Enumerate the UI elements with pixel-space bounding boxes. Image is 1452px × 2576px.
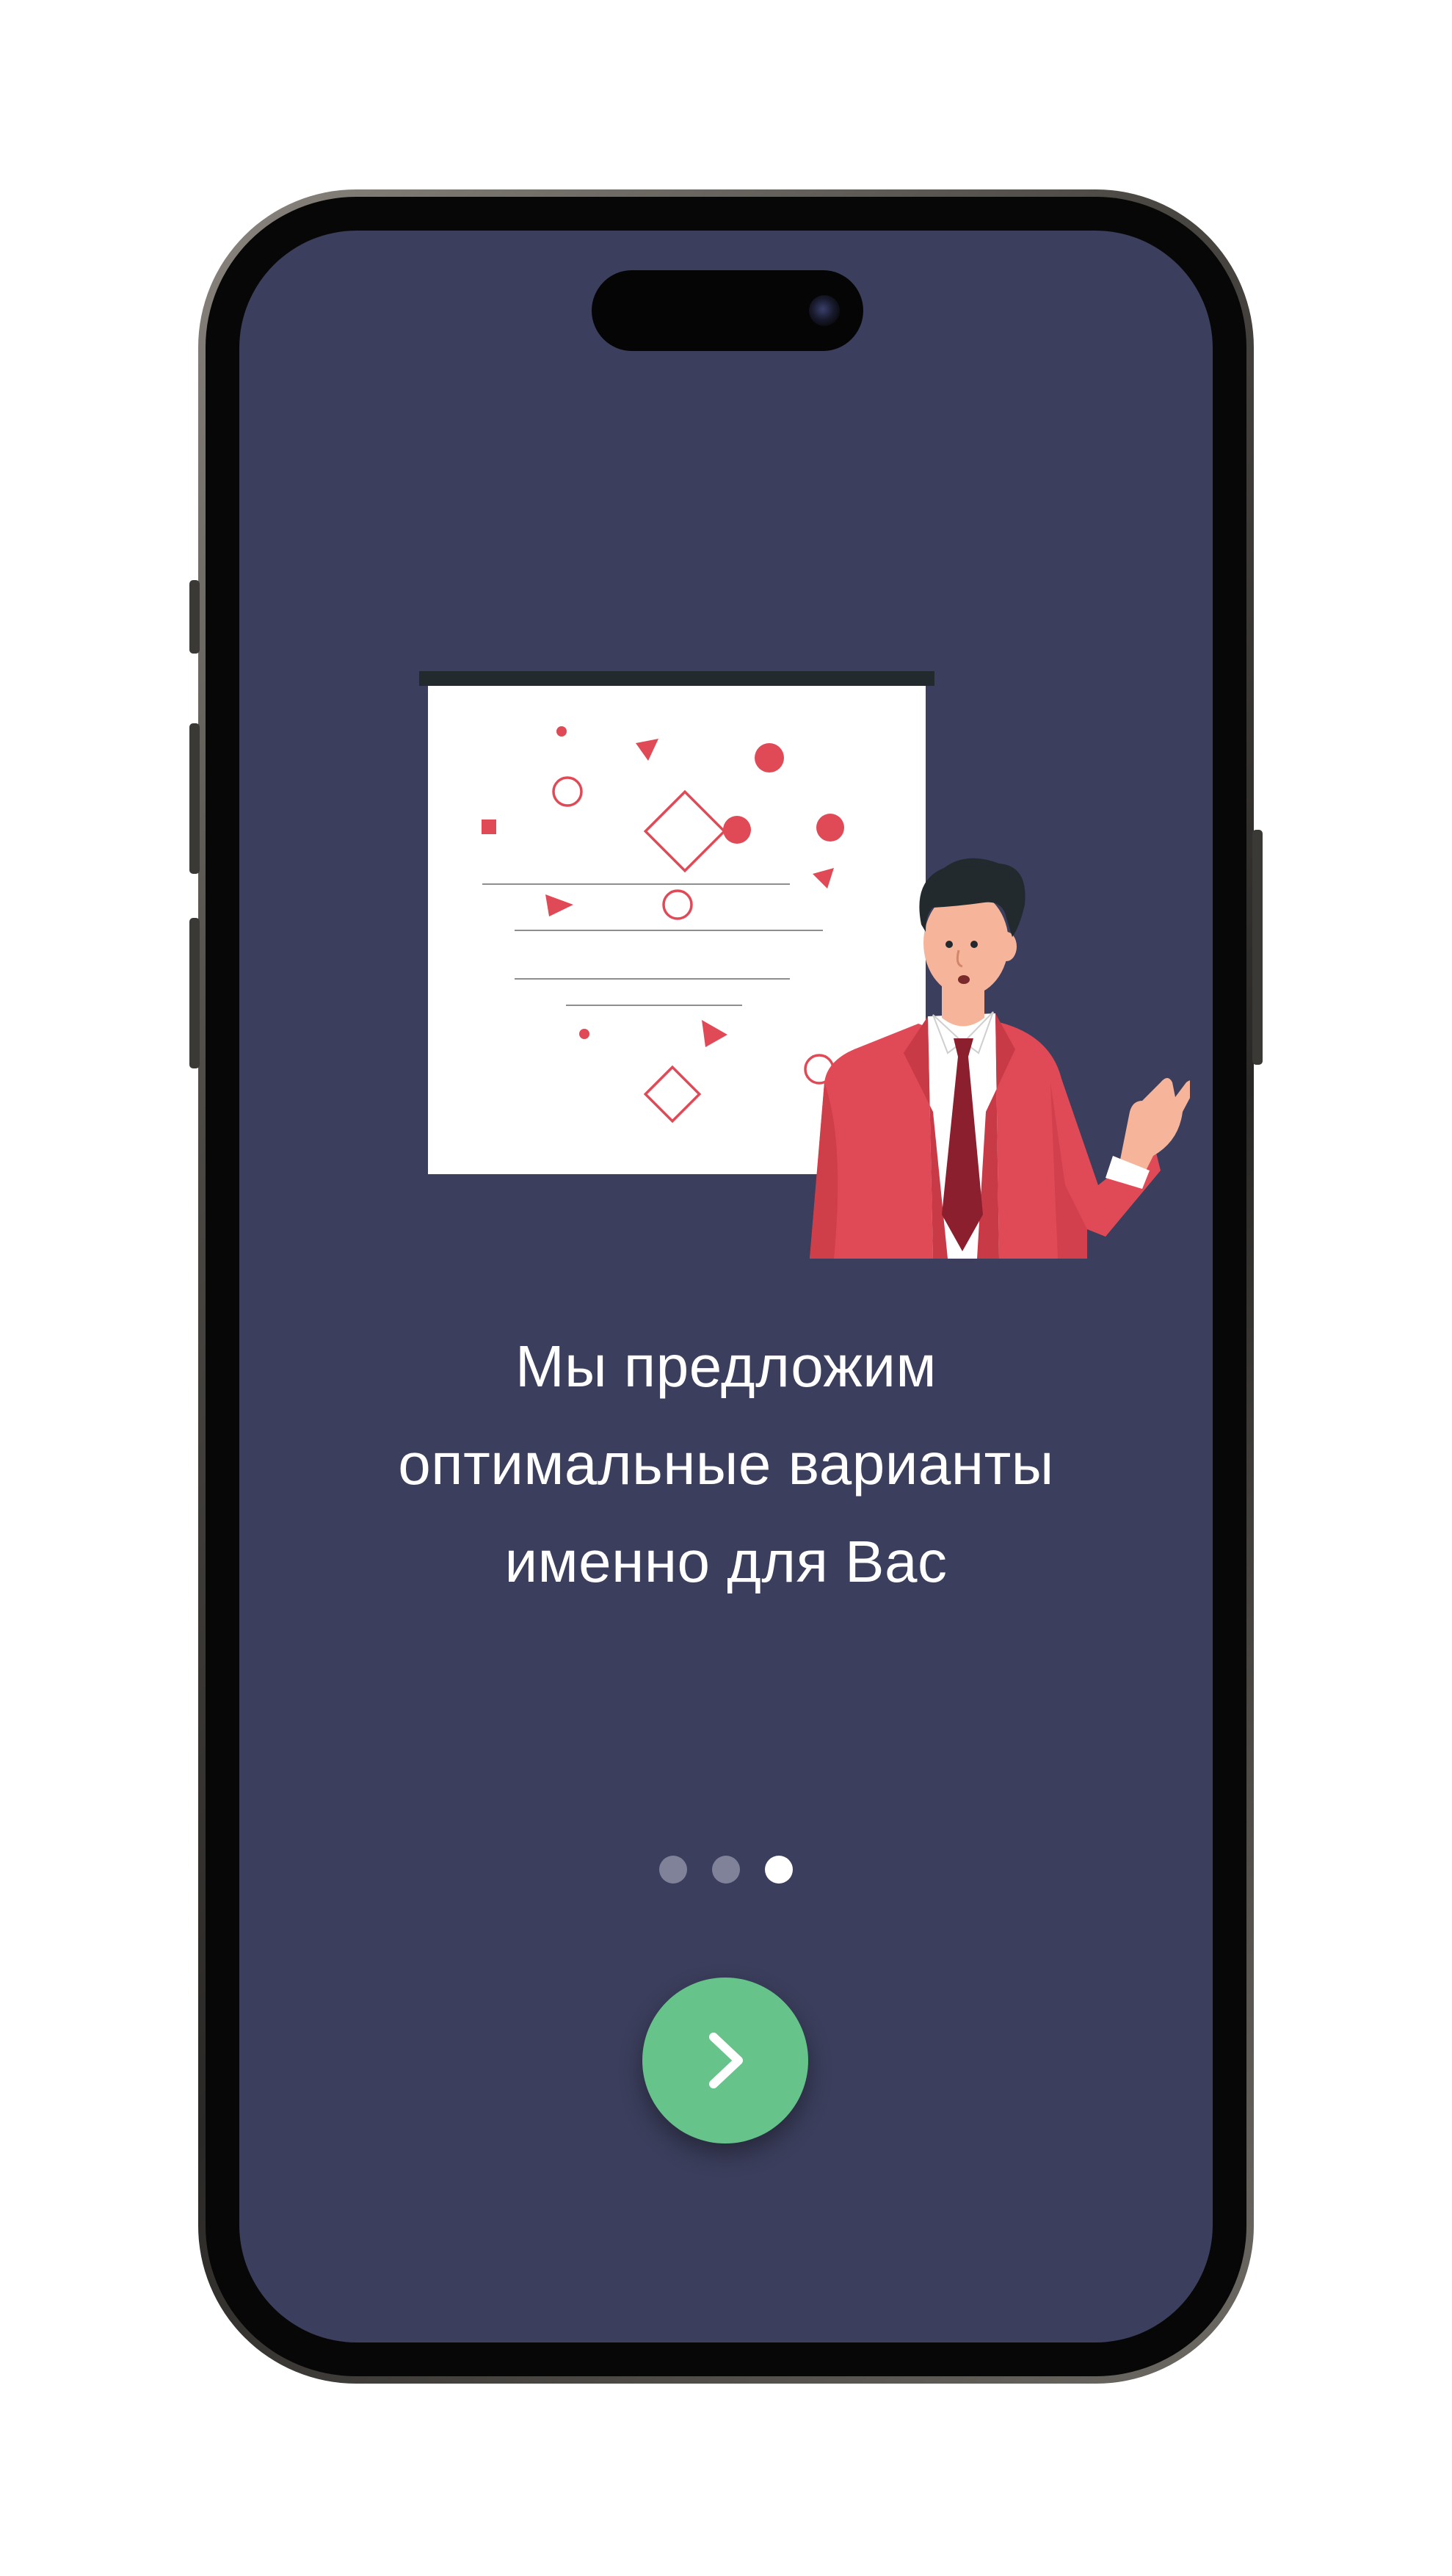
dynamic-island bbox=[592, 270, 863, 351]
page-dot-2[interactable] bbox=[712, 1856, 740, 1884]
page-dot-3-active[interactable] bbox=[765, 1856, 793, 1884]
volume-up-button bbox=[189, 723, 200, 874]
presenter-illustration bbox=[419, 671, 1190, 1259]
headline-line-1: Мы предложим bbox=[515, 1334, 937, 1399]
onboarding-screen: Мы предложим оптимальные варианты именно… bbox=[239, 231, 1213, 2342]
onboarding-headline: Мы предложим оптимальные варианты именно… bbox=[313, 1317, 1139, 1610]
headline-line-2: оптимальные варианты bbox=[398, 1431, 1054, 1497]
chevron-right-icon bbox=[709, 2033, 743, 2088]
page-indicator bbox=[239, 1856, 1213, 1884]
next-button[interactable] bbox=[642, 1978, 808, 2143]
headline-line-3: именно для Вас bbox=[504, 1529, 948, 1594]
volume-down-button bbox=[189, 918, 200, 1068]
action-button bbox=[189, 580, 200, 654]
page-dot-1[interactable] bbox=[659, 1856, 687, 1884]
power-button bbox=[1252, 830, 1263, 1065]
camera-lens-icon bbox=[809, 295, 840, 326]
